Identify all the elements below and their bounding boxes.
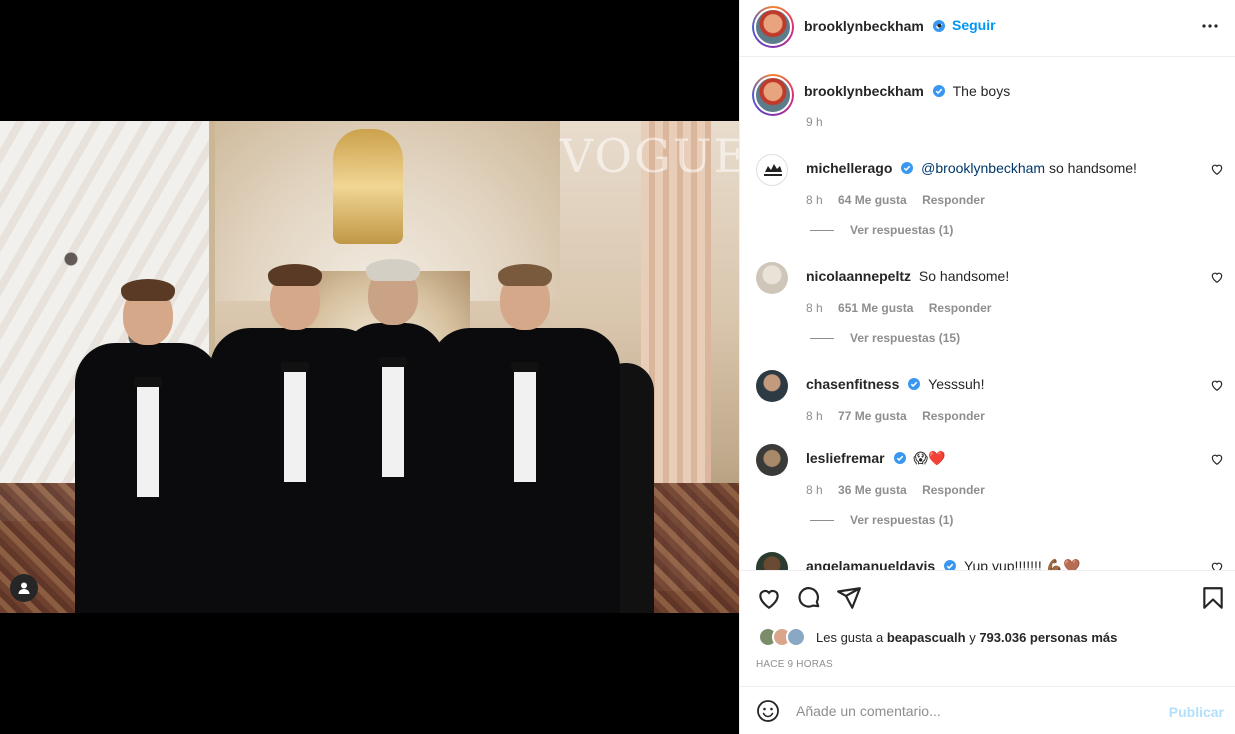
comment-text: so handsome!	[1045, 160, 1137, 176]
verified-icon	[908, 378, 921, 390]
liker-avatar	[786, 627, 806, 647]
caption-text: The boys	[952, 83, 1011, 99]
person-2	[210, 264, 380, 613]
comment-likes[interactable]: 77 Me gusta	[838, 409, 907, 423]
commenter-username[interactable]: lesliefremar	[806, 450, 885, 466]
heart-icon[interactable]	[1210, 378, 1224, 392]
verified-icon	[944, 560, 957, 570]
view-replies[interactable]: Ver respuestas (1)	[810, 223, 953, 237]
emoji-icon[interactable]	[756, 699, 780, 723]
author-username[interactable]: brooklynbeckham	[804, 18, 924, 34]
comment-time[interactable]: 8 h	[806, 483, 823, 497]
user-tag-icon[interactable]	[10, 574, 38, 602]
comment-text: So handsome!	[918, 268, 1010, 284]
commenter-avatar[interactable]	[756, 262, 788, 294]
verified-icon	[901, 162, 914, 174]
chandelier	[333, 129, 403, 244]
caption-time: 9 h	[806, 115, 823, 129]
reply-button[interactable]: Responder	[922, 409, 985, 423]
likes-count[interactable]: 793.036 personas más	[979, 630, 1117, 645]
commenter-username[interactable]: michellerago	[806, 160, 892, 176]
post-actions: Les gusta a beapascualh y 793.036 person…	[740, 570, 1235, 685]
comment-time[interactable]: 8 h	[806, 409, 823, 423]
post-panel: brooklynbeckham • Seguir brooklynbeckham…	[739, 0, 1235, 734]
person-4	[430, 264, 620, 613]
person-1	[75, 279, 220, 613]
comment-likes[interactable]: 651 Me gusta	[838, 301, 913, 315]
follow-button[interactable]: Seguir	[952, 17, 996, 33]
comment-time[interactable]: 8 h	[806, 301, 823, 315]
post-timestamp[interactable]: HACE 9 HORAS	[756, 659, 833, 670]
comment-time[interactable]: 8 h	[806, 193, 823, 207]
share-icon[interactable]	[836, 585, 862, 611]
heart-icon[interactable]	[756, 585, 782, 611]
commenter-avatar[interactable]	[756, 370, 788, 402]
commenter-avatar[interactable]	[756, 154, 788, 186]
comment-likes[interactable]: 36 Me gusta	[838, 483, 907, 497]
caption: brooklynbeckham The boys	[804, 83, 1010, 99]
reply-button[interactable]: Responder	[922, 193, 985, 207]
heart-icon[interactable]	[1210, 162, 1224, 176]
view-replies[interactable]: Ver respuestas (1)	[810, 513, 953, 527]
mention-link[interactable]: @brooklynbeckham	[921, 160, 1045, 176]
view-replies[interactable]: Ver respuestas (15)	[810, 331, 960, 345]
heart-icon[interactable]	[1210, 270, 1224, 284]
post-photo[interactable]: VOGUE	[0, 121, 739, 613]
commenter-username[interactable]: nicolaannepeltz	[806, 268, 911, 284]
commenter-username[interactable]: angelamanueldavis	[806, 558, 935, 570]
vogue-watermark: VOGUE	[560, 129, 739, 183]
comment-text: 😱❤️	[913, 450, 946, 466]
post-media[interactable]: VOGUE	[0, 0, 739, 734]
commenter-avatar[interactable]	[756, 552, 788, 570]
commenter-username[interactable]: chasenfitness	[806, 376, 899, 392]
publish-button[interactable]: Publicar	[1169, 704, 1224, 720]
separator-dot: •	[937, 17, 942, 33]
comment-composer: Publicar	[740, 686, 1235, 734]
heart-icon[interactable]	[1210, 560, 1224, 570]
liker-username[interactable]: beapascualh	[887, 630, 966, 645]
comment-icon[interactable]	[796, 585, 822, 611]
comment-input[interactable]	[796, 697, 1156, 725]
caption-username[interactable]: brooklynbeckham	[804, 83, 924, 99]
commenter-avatar[interactable]	[756, 444, 788, 476]
comment-text: Yesssuh!	[928, 376, 985, 392]
caption-avatar[interactable]	[752, 74, 794, 116]
reply-button[interactable]: Responder	[922, 483, 985, 497]
comment: angelamanueldavis Yup yup!!!!!!! 💪🏾🤎	[740, 552, 1235, 570]
verified-icon	[932, 85, 945, 97]
comment-likes[interactable]: 64 Me gusta	[838, 193, 907, 207]
likes-summary: Les gusta a beapascualh y 793.036 person…	[758, 627, 1117, 647]
comments-list[interactable]: brooklynbeckham The boys 9 h michellerag…	[740, 58, 1235, 570]
verified-icon	[893, 452, 906, 464]
bookmark-icon[interactable]	[1200, 585, 1226, 611]
comment-text: Yup yup!!!!!!! 💪🏾🤎	[963, 558, 1081, 570]
author-avatar[interactable]	[752, 6, 794, 48]
heart-icon[interactable]	[1210, 452, 1224, 466]
reply-button[interactable]: Responder	[929, 301, 992, 315]
more-options-icon[interactable]	[1198, 14, 1222, 38]
post-header: brooklynbeckham • Seguir	[740, 0, 1235, 57]
